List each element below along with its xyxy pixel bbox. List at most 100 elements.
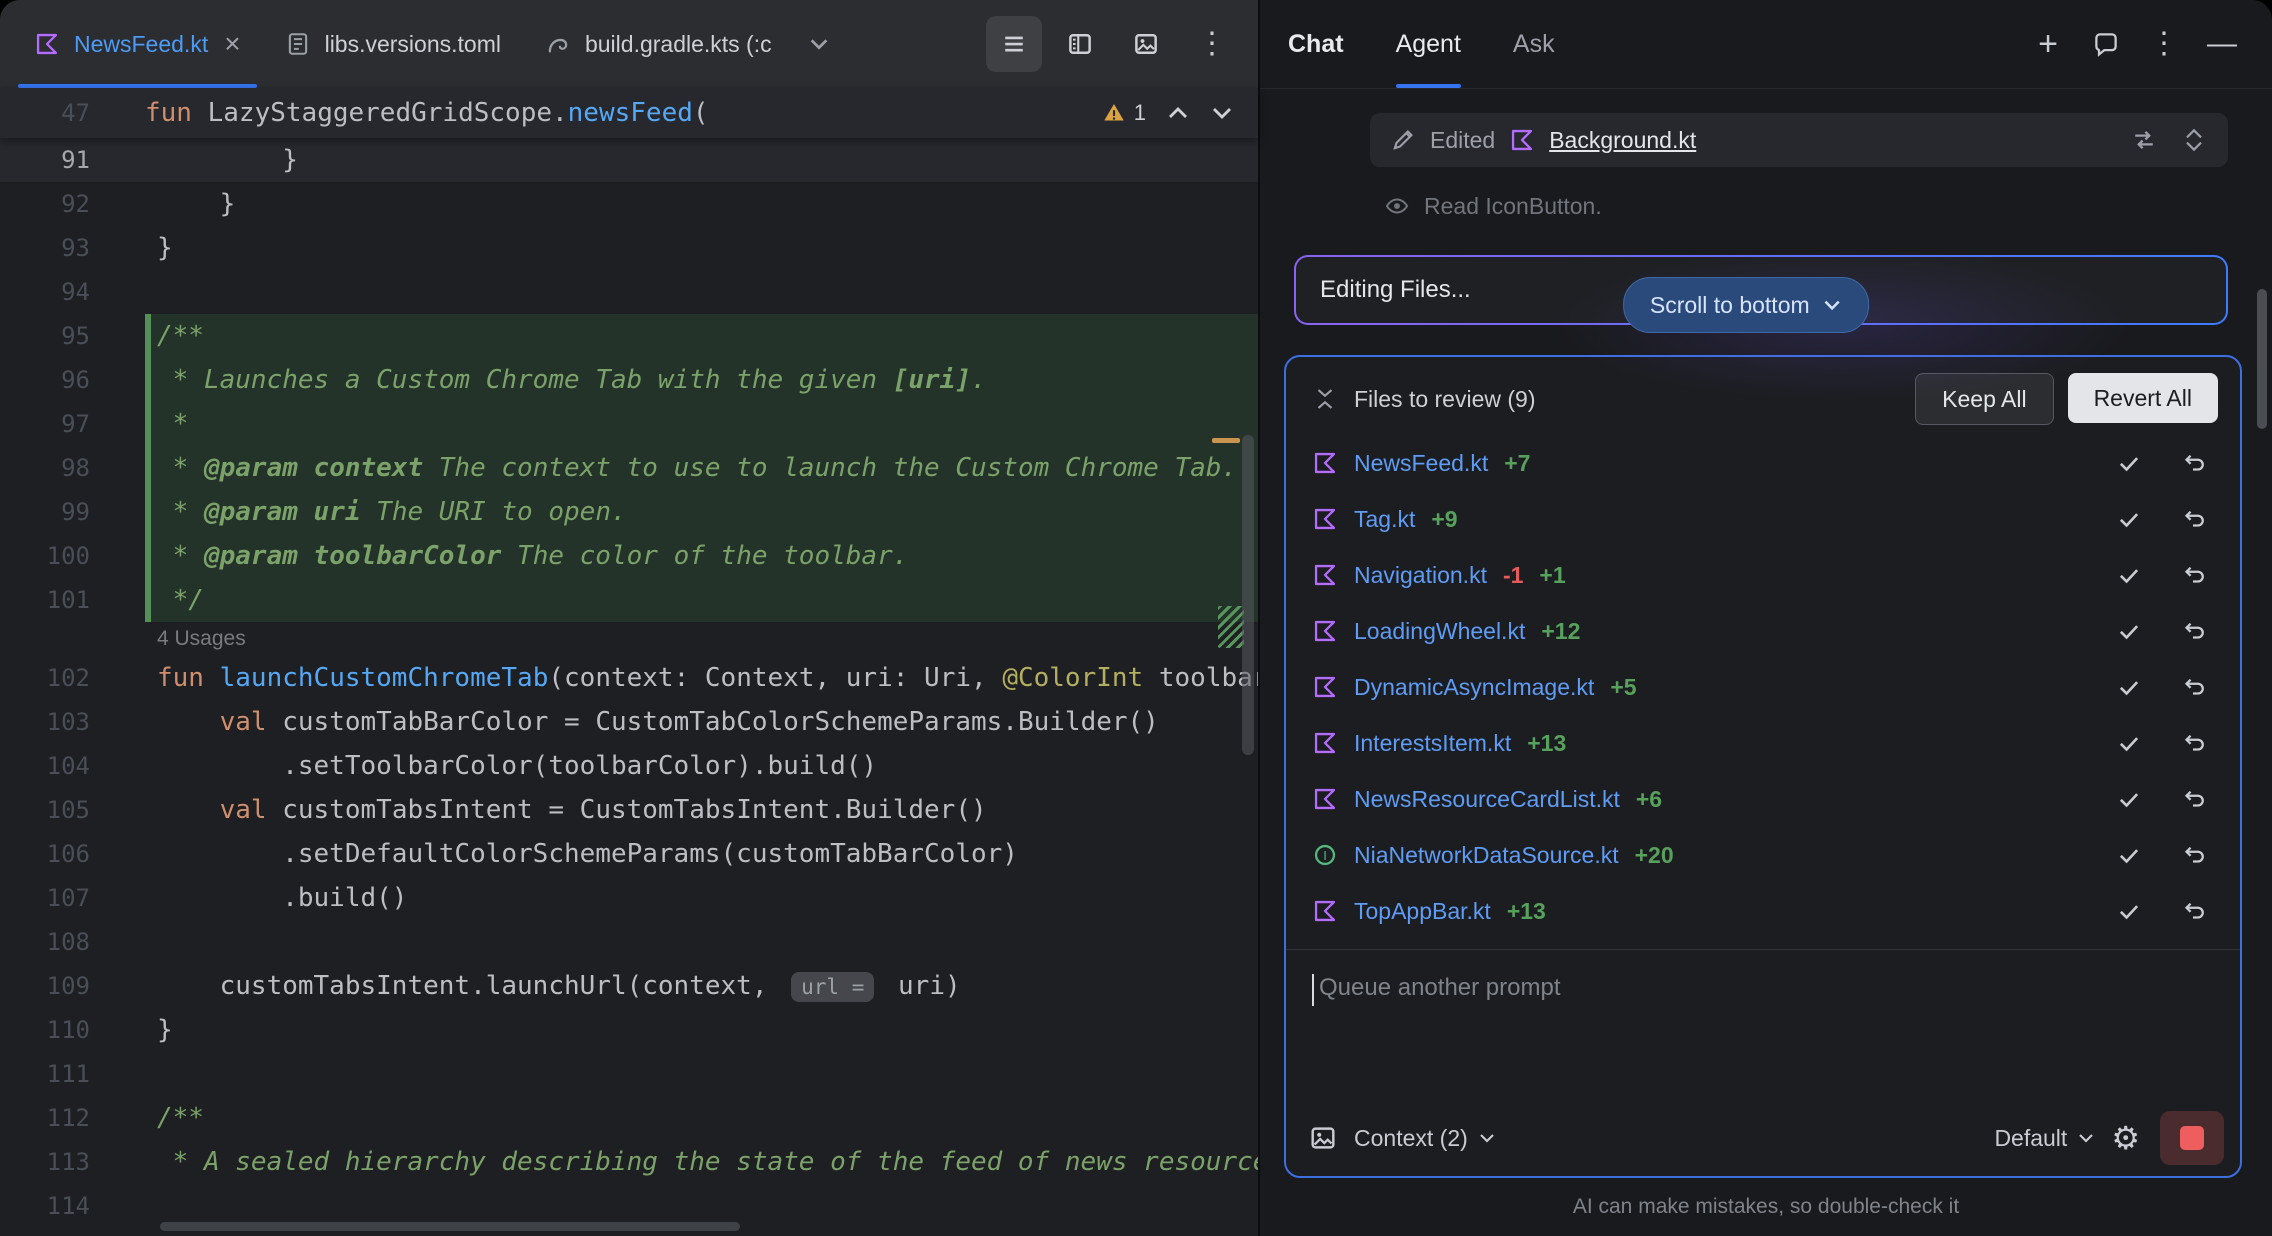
code-line[interactable]: 113 * A sealed hierarchy describing the … bbox=[0, 1140, 1258, 1184]
file-name-link[interactable]: Navigation.kt bbox=[1354, 562, 1487, 589]
chat-more-options-icon[interactable]: ⋮ bbox=[2140, 20, 2188, 68]
keep-file-icon[interactable] bbox=[2116, 450, 2142, 476]
code-line[interactable]: 96 * Launches a Custom Chrome Tab with t… bbox=[0, 358, 1258, 402]
prev-issue-icon[interactable] bbox=[1166, 101, 1190, 125]
code-line[interactable]: 98 * @param context The context to use t… bbox=[0, 446, 1258, 490]
keep-file-icon[interactable] bbox=[2116, 618, 2142, 644]
warning-chip[interactable]: 1 bbox=[1102, 100, 1146, 126]
revert-file-icon[interactable] bbox=[2180, 898, 2206, 924]
code-editor[interactable]: 91 }92 }93}9495/**96 * Launches a Custom… bbox=[0, 138, 1258, 1236]
code-line[interactable]: 106 .setDefaultColorSchemeParams(customT… bbox=[0, 832, 1258, 876]
split-editor-icon[interactable] bbox=[1052, 16, 1108, 72]
edited-file-step[interactable]: Edited Background.kt bbox=[1370, 113, 2228, 167]
file-review-row[interactable]: Navigation.kt-1+1 bbox=[1286, 547, 2240, 603]
revert-file-icon[interactable] bbox=[2180, 618, 2206, 644]
diff-icon[interactable] bbox=[2130, 126, 2158, 154]
hidden-tabs-dropdown[interactable] bbox=[794, 0, 844, 88]
keep-file-icon[interactable] bbox=[2116, 730, 2142, 756]
screenshot-icon[interactable] bbox=[1118, 16, 1174, 72]
tab-newsfeed[interactable]: NewsFeed.kt × bbox=[12, 0, 263, 88]
scrollbar-added-lines-marker[interactable] bbox=[1218, 606, 1244, 648]
keep-file-icon[interactable] bbox=[2116, 506, 2142, 532]
keep-file-icon[interactable] bbox=[2116, 674, 2142, 700]
code-line[interactable]: 109 customTabsIntent.launchUrl(context, … bbox=[0, 964, 1258, 1008]
model-selector[interactable]: Default bbox=[1994, 1125, 2095, 1152]
code-line[interactable]: 107 .build() bbox=[0, 876, 1258, 920]
file-name-link[interactable]: Tag.kt bbox=[1354, 506, 1415, 533]
code-line[interactable]: 93} bbox=[0, 226, 1258, 270]
code-line[interactable]: 101 */ bbox=[0, 578, 1258, 622]
file-review-row[interactable]: NewsFeed.kt+7 bbox=[1286, 435, 2240, 491]
file-name-link[interactable]: InterestsItem.kt bbox=[1354, 730, 1511, 757]
tab-chat[interactable]: Chat bbox=[1288, 0, 1344, 88]
revert-file-icon[interactable] bbox=[2180, 450, 2206, 476]
file-name-link[interactable]: NewsResourceCardList.kt bbox=[1354, 786, 1620, 813]
code-line[interactable]: 97 * bbox=[0, 402, 1258, 446]
keep-file-icon[interactable] bbox=[2116, 786, 2142, 812]
expand-icon[interactable] bbox=[2180, 126, 2208, 154]
file-name-link[interactable]: NewsFeed.kt bbox=[1354, 450, 1488, 477]
keep-file-icon[interactable] bbox=[2116, 562, 2142, 588]
keep-all-button[interactable]: Keep All bbox=[1915, 373, 2053, 425]
keep-file-icon[interactable] bbox=[2116, 898, 2142, 924]
scroll-to-bottom-button[interactable]: Scroll to bottom bbox=[1623, 277, 1869, 333]
code-line[interactable]: 103 val customTabBarColor = CustomTabCol… bbox=[0, 700, 1258, 744]
code-line[interactable]: 112/** bbox=[0, 1096, 1258, 1140]
tab-ask[interactable]: Ask bbox=[1513, 0, 1555, 88]
read-file-step[interactable]: Read IconButton. bbox=[1384, 183, 2228, 229]
keep-file-icon[interactable] bbox=[2116, 842, 2142, 868]
revert-file-icon[interactable] bbox=[2180, 562, 2206, 588]
new-chat-icon[interactable]: + bbox=[2024, 20, 2072, 68]
code-line[interactable]: 99 * @param uri The URI to open. bbox=[0, 490, 1258, 534]
code-line[interactable]: 108 bbox=[0, 920, 1258, 964]
chat-scrollbar[interactable] bbox=[2257, 289, 2267, 429]
sticky-code-line[interactable]: 47 fun LazyStaggeredGridScope.newsFeed( … bbox=[0, 88, 1258, 138]
file-review-row[interactable]: DynamicAsyncImage.kt+5 bbox=[1286, 659, 2240, 715]
horizontal-scrollbar[interactable] bbox=[160, 1222, 740, 1231]
code-line[interactable]: 111 bbox=[0, 1052, 1258, 1096]
file-name-link[interactable]: TopAppBar.kt bbox=[1354, 898, 1491, 925]
file-name-link[interactable]: LoadingWheel.kt bbox=[1354, 618, 1525, 645]
edited-file-link[interactable]: Background.kt bbox=[1549, 127, 1696, 154]
code-line[interactable]: 105 val customTabsIntent = CustomTabsInt… bbox=[0, 788, 1258, 832]
revert-file-icon[interactable] bbox=[2180, 674, 2206, 700]
next-issue-icon[interactable] bbox=[1210, 101, 1234, 125]
chat-history-icon[interactable] bbox=[2082, 20, 2130, 68]
minimize-icon[interactable]: — bbox=[2198, 20, 2246, 68]
tab-libs-versions-toml[interactable]: libs.versions.toml bbox=[263, 0, 523, 88]
file-review-row[interactable]: INiaNetworkDataSource.kt+20 bbox=[1286, 827, 2240, 883]
stop-button[interactable] bbox=[2160, 1111, 2224, 1165]
vertical-scrollbar[interactable] bbox=[1242, 435, 1254, 755]
code-line[interactable]: 92 } bbox=[0, 182, 1258, 226]
revert-all-button[interactable]: Revert All bbox=[2068, 373, 2218, 423]
collapse-icon[interactable] bbox=[1312, 386, 1338, 412]
file-review-row[interactable]: LoadingWheel.kt+12 bbox=[1286, 603, 2240, 659]
revert-file-icon[interactable] bbox=[2180, 506, 2206, 532]
code-line[interactable]: 91 } bbox=[0, 138, 1258, 182]
tab-build-gradle[interactable]: build.gradle.kts (:c bbox=[523, 0, 794, 88]
file-review-row[interactable]: NewsResourceCardList.kt+6 bbox=[1286, 771, 2240, 827]
code-line[interactable]: 104 .setToolbarColor(toolbarColor).build… bbox=[0, 744, 1258, 788]
file-review-row[interactable]: Tag.kt+9 bbox=[1286, 491, 2240, 547]
code-line[interactable]: 94 bbox=[0, 270, 1258, 314]
file-review-row[interactable]: InterestsItem.kt+13 bbox=[1286, 715, 2240, 771]
code-line[interactable]: 102fun launchCustomChromeTab(context: Co… bbox=[0, 656, 1258, 700]
file-name-link[interactable]: NiaNetworkDataSource.kt bbox=[1354, 842, 1619, 869]
revert-file-icon[interactable] bbox=[2180, 842, 2206, 868]
close-icon[interactable]: × bbox=[224, 30, 240, 58]
settings-gear-icon[interactable]: ⚙ bbox=[2111, 1122, 2140, 1154]
tab-agent[interactable]: Agent bbox=[1396, 0, 1461, 88]
usages-hint[interactable]: 4 Usages bbox=[0, 622, 1258, 656]
attach-image-icon[interactable] bbox=[1308, 1123, 1338, 1153]
code-line[interactable]: 95/** bbox=[0, 314, 1258, 358]
list-view-icon[interactable] bbox=[986, 16, 1042, 72]
revert-file-icon[interactable] bbox=[2180, 730, 2206, 756]
revert-file-icon[interactable] bbox=[2180, 786, 2206, 812]
code-line[interactable]: 100 * @param toolbarColor The color of t… bbox=[0, 534, 1258, 578]
code-line[interactable]: 110} bbox=[0, 1008, 1258, 1052]
scrollbar-warning-marker[interactable] bbox=[1212, 438, 1240, 443]
prompt-input[interactable]: Queue another prompt bbox=[1286, 950, 2240, 1100]
file-name-link[interactable]: DynamicAsyncImage.kt bbox=[1354, 674, 1594, 701]
file-review-row[interactable]: TopAppBar.kt+13 bbox=[1286, 883, 2240, 939]
context-selector[interactable]: Context (2) bbox=[1354, 1125, 1496, 1152]
